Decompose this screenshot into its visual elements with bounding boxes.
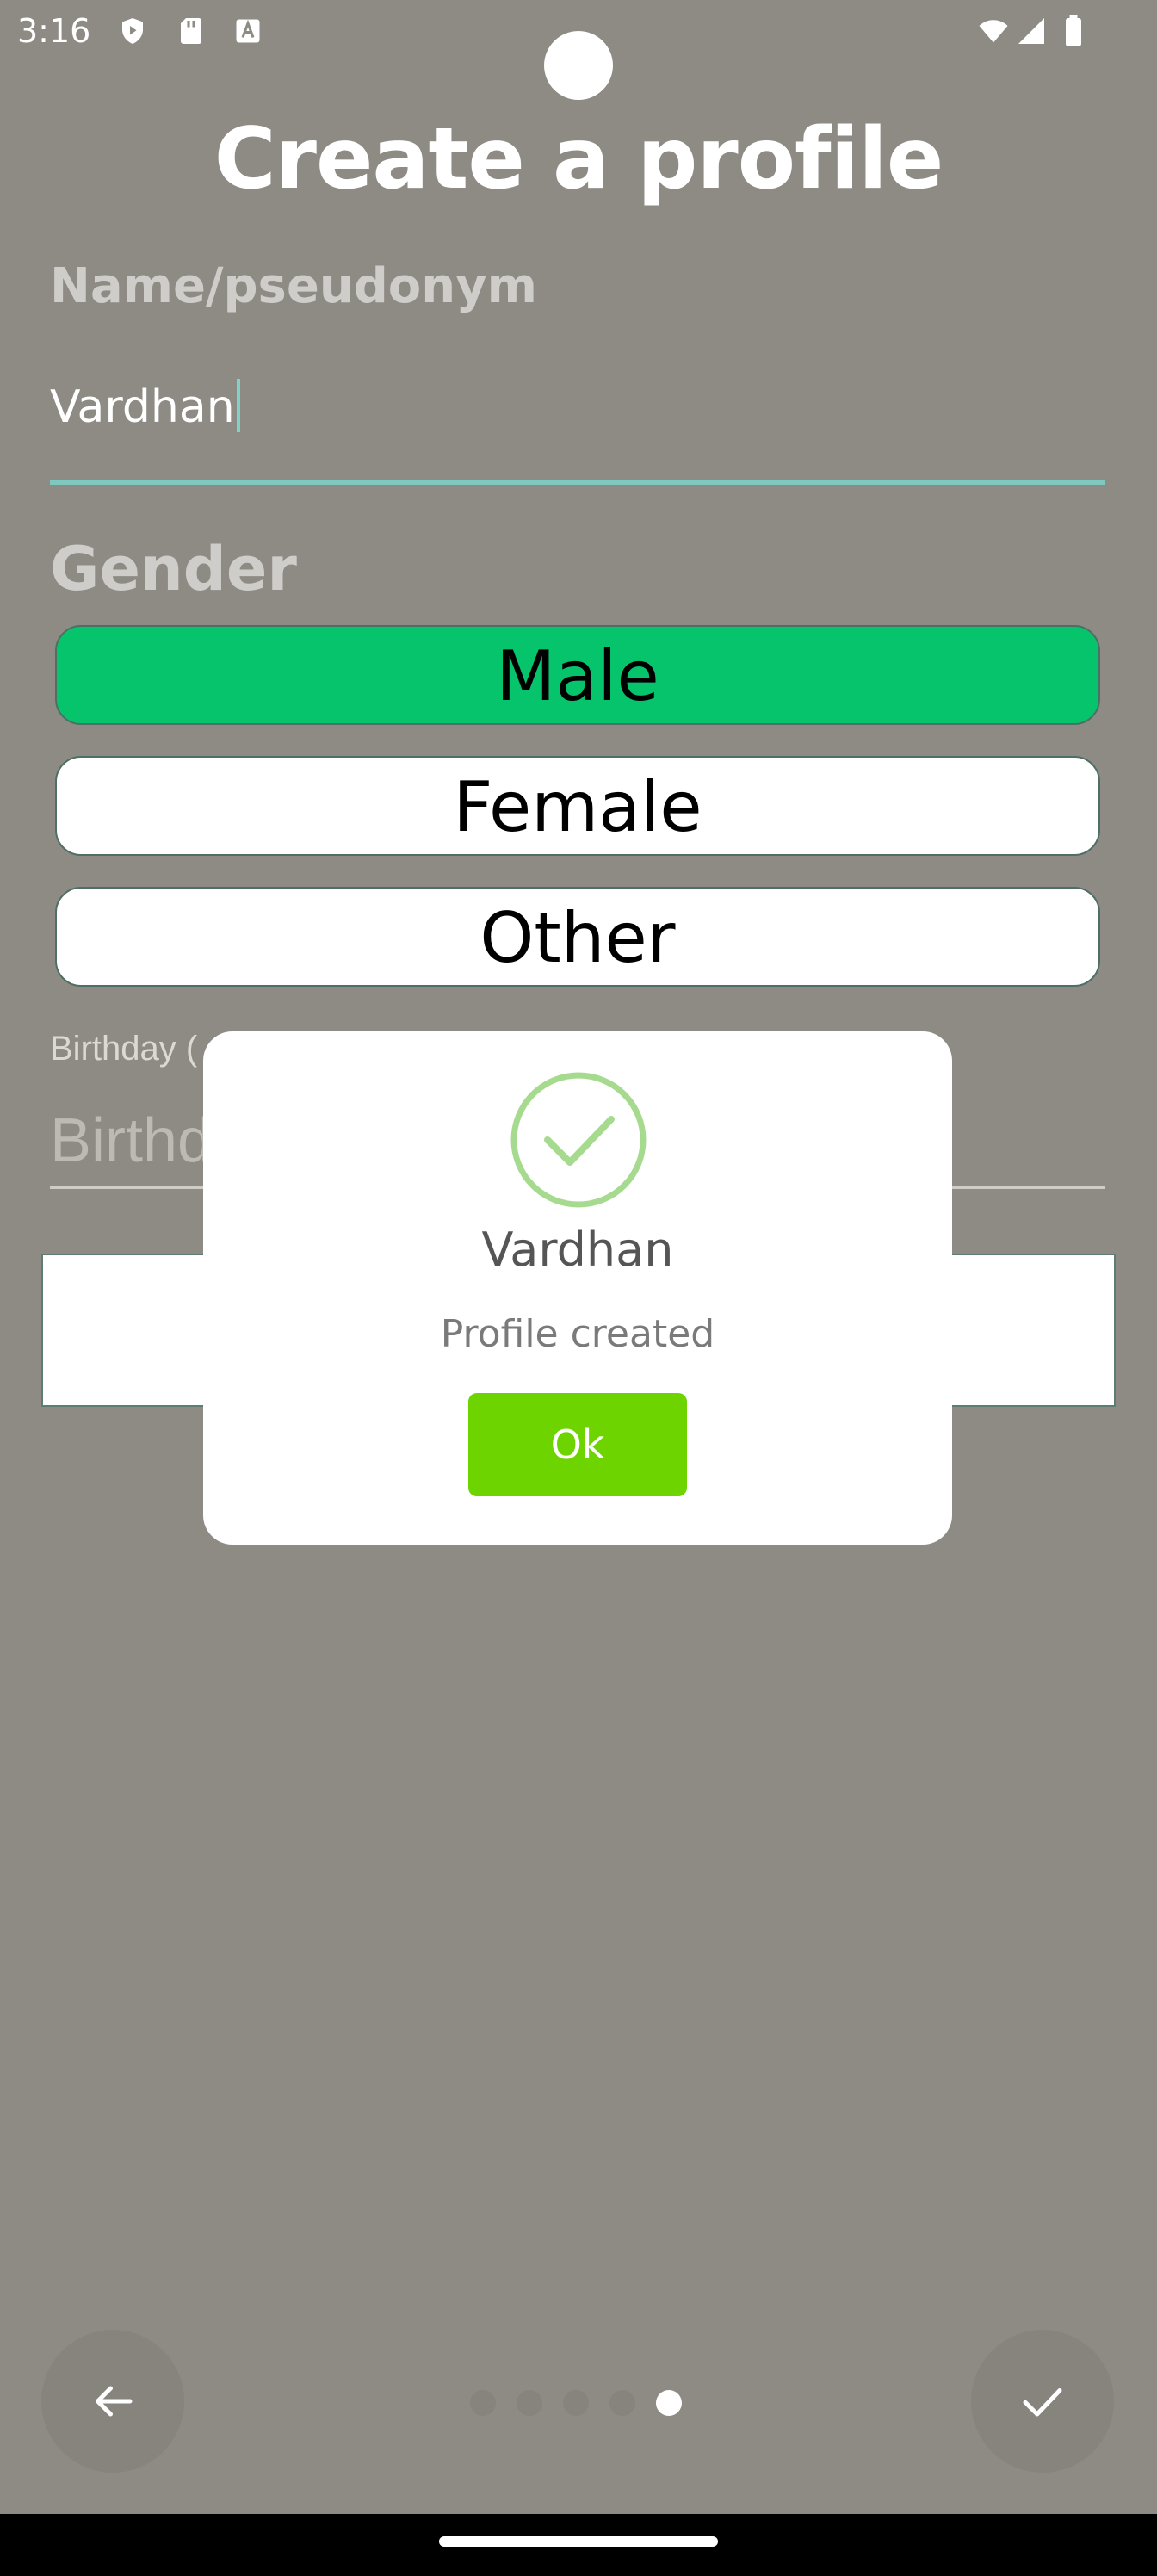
camera-cutout	[544, 31, 613, 100]
wifi-icon	[979, 20, 1008, 43]
page-dot-1	[470, 2390, 496, 2416]
sd-card-icon	[181, 18, 201, 44]
page-indicator	[470, 2390, 694, 2424]
profile-created-dialog: Vardhan Profile created Ok	[203, 1031, 952, 1545]
battery-icon	[1066, 15, 1081, 46]
back-button[interactable]	[41, 2330, 184, 2473]
done-button[interactable]	[971, 2330, 1114, 2473]
check-circle-icon	[510, 1072, 647, 1208]
gender-option-male[interactable]: Male	[55, 625, 1100, 725]
dialog-message: Profile created	[440, 1312, 715, 1356]
dialog-profile-name: Vardhan	[481, 1223, 674, 1277]
text-cursor	[236, 379, 240, 432]
app-screen: 3:16 Create a profile Name/pseudonym Var…	[0, 0, 1157, 2576]
home-gesture-handle[interactable]	[439, 2536, 718, 2547]
page-dot-2	[517, 2390, 542, 2416]
page-title: Create a profile	[213, 110, 944, 208]
birthday-input[interactable]: Birthd	[50, 1105, 212, 1176]
name-input[interactable]: Vardhan	[50, 379, 1105, 448]
name-input-value: Vardhan	[50, 381, 235, 433]
gender-option-female[interactable]: Female	[55, 756, 1100, 856]
shield-icon	[122, 18, 143, 44]
check-icon	[1023, 2388, 1062, 2417]
cell-signal-icon	[1018, 18, 1044, 44]
name-input-underline	[50, 480, 1105, 485]
status-time: 3:16	[17, 12, 91, 50]
arrow-left-icon	[96, 2386, 133, 2417]
birthday-label: Birthday (	[50, 1030, 198, 1068]
gender-label: Gender	[50, 534, 297, 604]
name-field-label: Name/pseudonym	[50, 258, 537, 314]
page-dot-5-active	[656, 2390, 682, 2416]
font-a-icon	[236, 19, 260, 43]
gender-option-other[interactable]: Other	[55, 887, 1100, 987]
page-dot-3	[563, 2390, 589, 2416]
ok-button[interactable]: Ok	[468, 1393, 687, 1496]
page-dot-4	[609, 2390, 635, 2416]
